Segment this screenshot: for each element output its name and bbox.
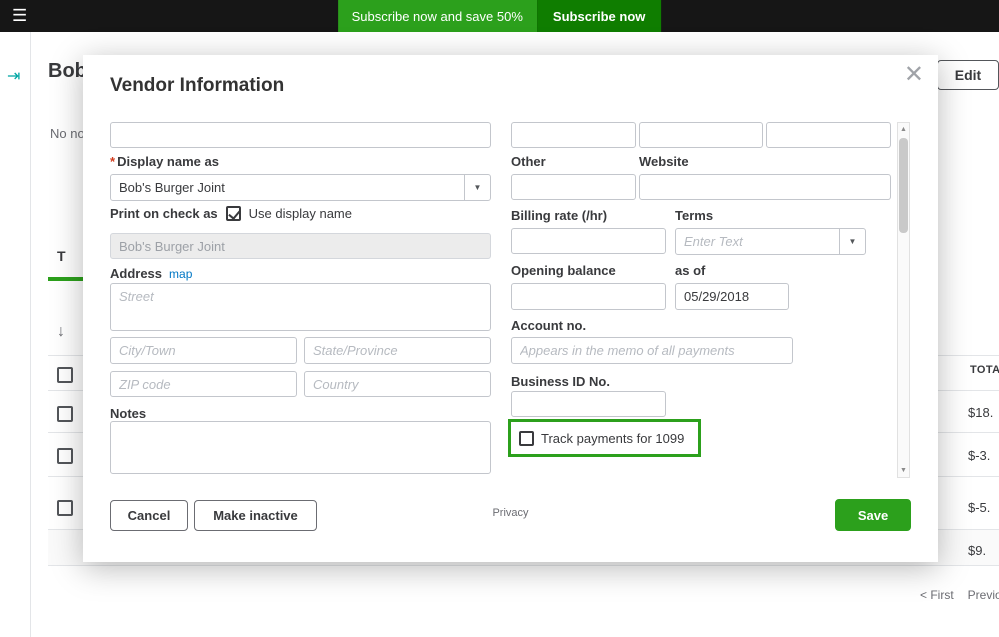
name-input[interactable] xyxy=(110,122,491,148)
screen: ☰ Subscribe now and save 50% Subscribe n… xyxy=(0,0,999,637)
left-rail-divider xyxy=(30,32,31,637)
fax-input[interactable] xyxy=(766,122,891,148)
page-title: Bob xyxy=(48,60,87,82)
other-label: Other xyxy=(511,154,546,169)
pagination: < First Previo xyxy=(920,588,999,602)
row-checkbox[interactable] xyxy=(57,448,73,464)
track-1099-highlight: Track payments for 1099 xyxy=(508,419,701,457)
save-button[interactable]: Save xyxy=(835,499,911,531)
subscribe-banner-text: Subscribe now and save 50% xyxy=(337,0,537,32)
as-of-date-input[interactable] xyxy=(675,283,789,310)
transactions-tab[interactable]: T xyxy=(57,248,66,264)
state-input[interactable] xyxy=(304,337,491,364)
table-divider xyxy=(48,565,999,566)
city-input[interactable] xyxy=(110,337,297,364)
track-1099-label: Track payments for 1099 xyxy=(541,430,685,446)
privacy-link[interactable]: Privacy xyxy=(83,507,938,519)
mobile-input[interactable] xyxy=(639,122,763,148)
print-on-check-row: Print on check as Use display name xyxy=(110,206,352,221)
street-input[interactable] xyxy=(110,283,491,331)
print-on-check-label: Print on check as xyxy=(110,206,218,221)
opening-balance-label: Opening balance xyxy=(511,263,616,278)
billing-rate-input[interactable] xyxy=(511,228,666,254)
modal-title: Vendor Information xyxy=(110,75,285,96)
notes-input[interactable] xyxy=(110,421,491,474)
subscribe-now-button[interactable]: Subscribe now xyxy=(536,0,662,32)
row-checkbox[interactable] xyxy=(57,406,73,422)
row-total-value: $18. xyxy=(968,405,994,420)
zip-input[interactable] xyxy=(110,371,297,397)
print-name-input xyxy=(110,233,491,259)
business-id-label: Business ID No. xyxy=(511,374,610,389)
select-all-checkbox[interactable] xyxy=(57,367,73,383)
active-tab-underline xyxy=(48,277,88,281)
total-column-header: TOTA xyxy=(970,364,999,376)
modal-scrollbar[interactable]: ▲ ▼ xyxy=(897,122,910,478)
row-total-value: $-5. xyxy=(968,500,991,515)
chevron-down-icon[interactable]: ▼ xyxy=(464,175,490,200)
opening-balance-input[interactable] xyxy=(511,283,666,310)
as-of-label: as of xyxy=(675,263,706,278)
required-asterisk: * xyxy=(110,154,116,169)
hamburger-menu-icon[interactable]: ☰ xyxy=(12,0,27,32)
row-total-value: $-3. xyxy=(968,448,991,463)
map-link[interactable]: map xyxy=(169,267,192,281)
chevron-down-icon[interactable]: ▼ xyxy=(839,229,865,254)
phone-input[interactable] xyxy=(511,122,636,148)
vendor-information-modal: Vendor Information ✕ * Display name as Bo… xyxy=(83,55,938,562)
sort-down-icon[interactable]: ↓ xyxy=(57,323,65,341)
use-display-name-checkbox[interactable] xyxy=(225,206,241,221)
row-checkbox[interactable] xyxy=(57,500,73,516)
notes-label: Notes xyxy=(110,406,147,421)
website-input[interactable] xyxy=(639,174,891,200)
address-label: Address map xyxy=(110,266,193,281)
close-icon[interactable]: ✕ xyxy=(904,61,924,90)
other-input[interactable] xyxy=(511,174,636,200)
subscribe-banner: Subscribe now and save 50% Subscribe now xyxy=(337,0,662,32)
terms-label: Terms xyxy=(675,208,714,223)
row-total-value: $9. xyxy=(968,543,987,558)
scroll-down-icon[interactable]: ▼ xyxy=(898,464,909,477)
business-id-input[interactable] xyxy=(511,391,666,417)
display-name-select[interactable]: Bob's Burger Joint ▼ xyxy=(110,174,491,201)
vendor-note-text: No no xyxy=(50,126,85,141)
pagination-previous-link[interactable]: Previo xyxy=(968,588,999,602)
pagination-first-link[interactable]: < First xyxy=(920,588,954,602)
website-label: Website xyxy=(639,154,689,169)
scroll-up-icon[interactable]: ▲ xyxy=(898,123,909,136)
track-1099-checkbox[interactable] xyxy=(519,430,534,446)
collapse-panel-icon[interactable]: ⇥ xyxy=(7,66,20,86)
use-display-name-label: Use display name xyxy=(248,206,352,221)
scrollbar-thumb[interactable] xyxy=(899,138,908,233)
terms-placeholder: Enter Text xyxy=(684,234,743,249)
terms-select[interactable]: Enter Text ▼ xyxy=(675,228,866,255)
display-name-label: * Display name as xyxy=(110,154,219,169)
account-no-input[interactable] xyxy=(511,337,793,364)
country-input[interactable] xyxy=(304,371,491,397)
display-name-value: Bob's Burger Joint xyxy=(119,180,225,195)
edit-vendor-button[interactable]: Edit xyxy=(937,60,999,90)
top-navbar: ☰ Subscribe now and save 50% Subscribe n… xyxy=(0,0,999,32)
billing-rate-label: Billing rate (/hr) xyxy=(511,208,608,223)
account-no-label: Account no. xyxy=(511,318,587,333)
